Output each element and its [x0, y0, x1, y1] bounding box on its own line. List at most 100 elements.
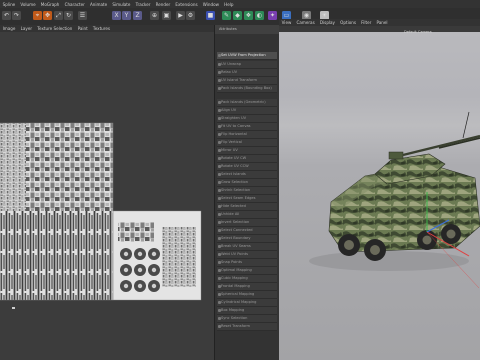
viewport-menu-panel[interactable]: Panel	[374, 20, 390, 25]
cube-icon[interactable]: ■	[206, 11, 215, 20]
z-axis-icon[interactable]: Z	[133, 11, 142, 20]
uv-command-label: Box Mapping	[221, 308, 245, 312]
x-axis-icon[interactable]: X	[112, 11, 121, 20]
subdivision-icon[interactable]: ◆	[233, 11, 242, 20]
uv-command-item[interactable]: Select Connected	[217, 227, 277, 236]
menu-help[interactable]: Help	[222, 2, 237, 7]
uv-command-label: Fit UV to Canvas	[221, 124, 251, 128]
menu-render[interactable]: Render	[153, 2, 173, 7]
uv-command-label: Shrink Selection	[221, 188, 251, 192]
uv-command-item[interactable]: Snap Points	[217, 259, 277, 268]
uv-command-label: Unhide All	[221, 212, 240, 216]
uv-command-item[interactable]: Grow Selection	[217, 179, 277, 188]
uv-menu-textures[interactable]: Textures	[90, 26, 112, 31]
deformer-icon[interactable]: ◐	[255, 11, 264, 20]
uv-command-item[interactable]: Optimal Mapping	[217, 267, 277, 276]
redo-icon[interactable]: ↷	[12, 11, 21, 20]
uv-command-label: Flip Vertical	[221, 140, 242, 144]
uv-command-item[interactable]: Align UV	[217, 107, 277, 116]
y-axis-icon[interactable]: Y	[122, 11, 131, 20]
uv-command-item[interactable]: Straighten UV	[217, 115, 277, 124]
uv-command-label: Cylindrical Mapping	[221, 300, 257, 304]
menu-animate[interactable]: Animate	[87, 2, 109, 7]
uv-editor-viewport[interactable]	[0, 32, 214, 360]
uv-menu-paint[interactable]: Paint	[75, 26, 90, 31]
uv-command-item[interactable]: Sync Selection	[217, 315, 277, 324]
menu-mograph[interactable]: MoGraph	[38, 2, 62, 7]
render-settings-icon[interactable]: ⚙	[186, 11, 195, 20]
uv-command-item[interactable]: Hide Selected	[217, 203, 277, 212]
render-view-icon[interactable]: ▣	[162, 11, 171, 20]
uv-command-item[interactable]: Unhide All	[217, 211, 277, 220]
pen-icon[interactable]: ✎	[222, 11, 231, 20]
uv-command-item[interactable]: Cubic Mapping	[217, 275, 277, 284]
uv-command-item[interactable]: Weld UV Points	[217, 251, 277, 260]
menu-spline[interactable]: Spline	[0, 2, 18, 7]
uv-command-item[interactable]: Pack Islands (Geometric)	[217, 99, 277, 108]
armored-vehicle-model[interactable]	[279, 26, 480, 360]
uv-command-label: Flip Horizontal	[221, 132, 247, 136]
uv-command-item[interactable]: UV Island Transform	[217, 77, 277, 86]
menu-volume[interactable]: Volume	[18, 2, 38, 7]
uv-command-label: UV Unwrap	[221, 62, 242, 66]
uv-menu-texture-selection[interactable]: Texture Selection	[35, 26, 75, 31]
uv-tile	[26, 123, 113, 211]
recent-icon[interactable]: ☰	[78, 11, 87, 20]
3d-viewport[interactable]	[279, 26, 480, 360]
coordinate-icon[interactable]: ⊕	[150, 11, 159, 20]
select-icon[interactable]: ⌖	[33, 11, 42, 20]
uv-commands-panel: Attributes Set UVW From Projection UV Unw…	[214, 25, 280, 360]
uv-command-item[interactable]: Select Boundary	[217, 235, 277, 244]
uv-command-item[interactable]: Cylindrical Mapping	[217, 299, 277, 308]
field-icon[interactable]: ✦	[268, 11, 277, 20]
viewport-menu-view[interactable]: View	[279, 20, 294, 25]
uv-command-label: Select Boundary	[221, 236, 251, 240]
menu-simulate[interactable]: Simulate	[110, 2, 133, 7]
uv-command-label: Set UVW From Projection	[221, 53, 266, 57]
uv-command-item[interactable]: Box Mapping	[217, 307, 277, 316]
menu-character[interactable]: Character	[62, 2, 87, 7]
uv-texture-atlas	[0, 122, 202, 309]
viewport-menu-filter[interactable]: Filter	[359, 20, 374, 25]
uv-command-item[interactable]: Flip Horizontal	[217, 131, 277, 140]
uv-command-item[interactable]: Select Seam Edges	[217, 195, 277, 204]
uv-command-item[interactable]: Shrink Selection	[217, 187, 277, 196]
uv-command-item[interactable]: Spherical Mapping	[217, 291, 277, 300]
menu-window[interactable]: Window	[200, 2, 221, 7]
uv-command-item[interactable]: Select Islands	[217, 171, 277, 180]
uv-command-item[interactable]: Fit UV to Canvas	[217, 123, 277, 132]
main-menubar: Spline Volume MoGraph Character Animate Simul…	[0, 0, 480, 8]
move-icon[interactable]: ✥	[43, 11, 52, 20]
uv-command-item[interactable]: Invert Selection	[217, 219, 277, 228]
uv-command-label: Rotate UV CW	[221, 156, 247, 160]
rotate-icon[interactable]: ↻	[64, 11, 73, 20]
cloner-icon[interactable]: ❖	[244, 11, 253, 20]
viewport-menubar: View Cameras Display Options Filter Panel	[279, 19, 480, 26]
render-icon[interactable]: ▶	[176, 11, 185, 20]
uv-command-item[interactable]: Rotate UV CCW	[217, 163, 277, 172]
scale-icon[interactable]: ⤢	[54, 11, 63, 20]
uv-command-item[interactable]: Reset Transform	[217, 323, 277, 332]
uv-command-item[interactable]: Set UVW From Projection	[217, 52, 277, 61]
menu-extensions[interactable]: Extensions	[173, 2, 200, 7]
uv-command-item[interactable]: UV Unwrap	[217, 61, 277, 70]
viewport-menu-options[interactable]: Options	[338, 20, 359, 25]
viewport-menu-cameras[interactable]: Cameras	[294, 20, 317, 25]
uv-command-item[interactable]: Relax UV	[217, 69, 277, 78]
uv-command-item[interactable]: Frontal Mapping	[217, 283, 277, 292]
uv-command-label: Weld UV Points	[221, 252, 249, 256]
uv-command-label: Straighten UV	[221, 116, 247, 120]
uv-command-label: Snap Points	[221, 260, 242, 264]
undo-icon[interactable]: ↶	[2, 11, 11, 20]
uv-command-label: Select Connected	[221, 228, 253, 232]
uv-command-item[interactable]: Break UV Seams	[217, 243, 277, 252]
menu-tracker[interactable]: Tracker	[133, 2, 153, 7]
uv-command-item[interactable]: Flip Vertical	[217, 139, 277, 148]
uv-command-item[interactable]: Pack Islands (Bounding Box)	[217, 85, 277, 94]
uv-command-label: Reset Transform	[221, 324, 251, 328]
uv-menu-image[interactable]: Image	[0, 26, 18, 31]
uv-command-item[interactable]: Mirror UV	[217, 147, 277, 156]
viewport-menu-display[interactable]: Display	[317, 20, 337, 25]
uv-menu-layer[interactable]: Layer	[18, 26, 35, 31]
uv-command-item[interactable]: Rotate UV CW	[217, 155, 277, 164]
